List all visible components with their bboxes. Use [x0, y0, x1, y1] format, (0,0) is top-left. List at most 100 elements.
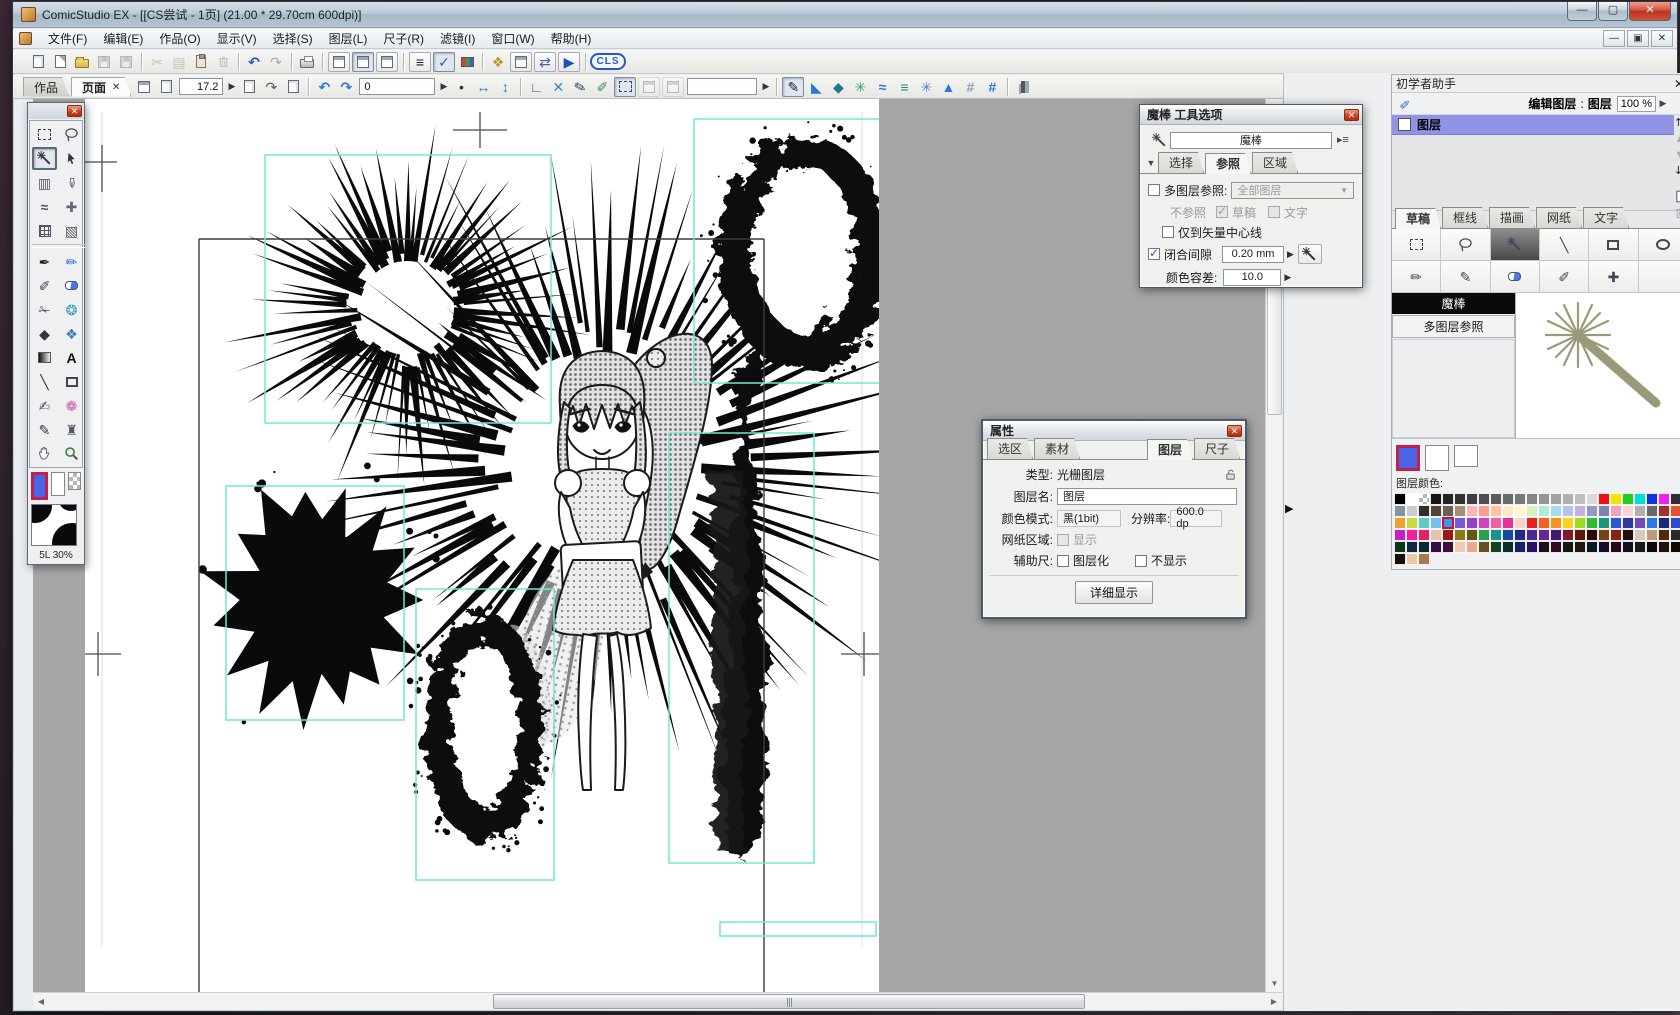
triangle-ruler-icon[interactable]: ◣ [805, 77, 827, 97]
tool-line[interactable]: ╲ [32, 370, 57, 393]
tool-name-input[interactable]: 魔棒 [1170, 132, 1332, 149]
layer-color-swatch[interactable] [1538, 517, 1550, 529]
layer-color-swatch[interactable] [1550, 505, 1562, 517]
open-page-icon[interactable] [510, 52, 532, 72]
lock-icon[interactable] [1224, 468, 1237, 481]
layer-color-swatch[interactable] [1670, 529, 1680, 541]
layer-color-swatch[interactable] [1394, 553, 1406, 565]
snap-pen-icon[interactable]: ✎ [567, 74, 593, 99]
ruler-hide-checkbox[interactable] [1135, 555, 1147, 567]
menu-item-4[interactable]: 选择(S) [265, 30, 321, 48]
layer-color-swatch[interactable] [1670, 541, 1680, 553]
maximize-button[interactable]: ▢ [1598, 2, 1628, 21]
layer-color-swatch[interactable] [1538, 541, 1550, 553]
rotate-input[interactable]: 0 [359, 78, 435, 95]
assistant-tool-brush-pen[interactable]: ✐ [1540, 261, 1589, 293]
layer-thumbnail[interactable] [1398, 118, 1411, 131]
layer-color-swatch[interactable] [1514, 505, 1526, 517]
layer-color-swatch[interactable] [1610, 493, 1622, 505]
layer-down-icon[interactable]: ▼ [1673, 149, 1680, 162]
tool-eyedropper[interactable]: ✑ [59, 171, 84, 194]
tab-page[interactable]: 页面✕ [71, 77, 131, 97]
tab-layer[interactable]: 图层 [1147, 439, 1193, 460]
layer-color-swatch[interactable] [1406, 541, 1418, 553]
tone-preview[interactable] [31, 504, 77, 546]
tool-move[interactable]: ✚ [59, 195, 84, 218]
layer-color-swatch[interactable] [1622, 517, 1634, 529]
wand-tab-区域[interactable]: 区域 [1252, 152, 1298, 173]
layer-color-swatch[interactable] [1406, 505, 1418, 517]
tool-gradient[interactable] [32, 346, 57, 369]
menu-item-2[interactable]: 作品(O) [151, 30, 208, 48]
layer-color-swatch[interactable] [1550, 541, 1562, 553]
layer-color-swatch[interactable] [1502, 541, 1514, 553]
layer-color-swatch[interactable] [1454, 529, 1466, 541]
assistant-tool-sel-lasso[interactable] [1441, 229, 1490, 261]
layer-list[interactable]: 图层 [1392, 115, 1680, 211]
mdi-restore-button[interactable]: ▣ [1627, 30, 1649, 47]
layer-color-swatch[interactable] [1610, 517, 1622, 529]
ruler-step-icon[interactable]: ▶ [759, 77, 772, 97]
page-setup-icon[interactable] [155, 77, 177, 97]
layer-color-swatch[interactable] [1562, 493, 1574, 505]
layer-color-swatch[interactable] [1574, 493, 1586, 505]
materials-icon[interactable]: ❖ [487, 52, 509, 72]
layer-row[interactable]: 图层 [1392, 115, 1674, 135]
layer-color-swatch[interactable] [1490, 517, 1502, 529]
layer-color-swatch[interactable] [1562, 517, 1574, 529]
tool-magic-wand[interactable] [32, 147, 57, 170]
next-page-icon[interactable] [282, 77, 304, 97]
rotate-ccw-icon[interactable]: ↶ [313, 77, 335, 97]
collapse-toolbar-icon[interactable] [1012, 77, 1034, 97]
dock-collapse-icon[interactable]: ▶ [1285, 502, 1293, 515]
layer-color-swatch[interactable] [1418, 493, 1430, 505]
layer-color-swatch[interactable] [1466, 541, 1478, 553]
snap-ruler-icon[interactable]: ∟ [525, 77, 547, 97]
layer-color-swatch[interactable] [1574, 505, 1586, 517]
tab-material[interactable]: 素材 [1034, 438, 1080, 459]
assistant-tab-网纸[interactable]: 网纸 [1536, 207, 1582, 228]
background-color-swatch[interactable] [51, 472, 64, 496]
layer-color-swatch[interactable] [1658, 493, 1670, 505]
tool-eraser[interactable] [59, 274, 84, 297]
cls-link-icon[interactable]: CLS [590, 53, 626, 70]
layer-color-swatch[interactable] [1574, 541, 1586, 553]
snap-selection-icon[interactable] [614, 77, 636, 97]
vector-center-checkbox[interactable] [1162, 226, 1174, 238]
tool-lasso[interactable] [59, 123, 84, 146]
layer-color-swatch[interactable] [1454, 505, 1466, 517]
draw-color-white-swatch[interactable] [1425, 445, 1449, 471]
tool-ruler-edit[interactable]: ≈ [32, 195, 57, 218]
layer-color-swatch[interactable] [1406, 493, 1418, 505]
menu-item-9[interactable]: 帮助(H) [543, 30, 600, 48]
panel-list-icon[interactable]: ≡ [409, 52, 431, 72]
layer-color-swatch[interactable] [1454, 541, 1466, 553]
layer-color-swatch[interactable] [1406, 553, 1418, 565]
draw-color-black-swatch[interactable] [1396, 445, 1420, 471]
new-layer-icon[interactable] [1673, 190, 1680, 203]
grid-ruler-icon[interactable]: # [959, 77, 981, 97]
assistant-tool-draw-rect[interactable] [1589, 229, 1638, 261]
tool-correct-line[interactable]: ✎ [32, 418, 57, 441]
assistant-tab-描画[interactable]: 描画 [1489, 207, 1535, 228]
tolerance-step-icon[interactable]: ▶ [1284, 272, 1291, 283]
layer-color-swatch[interactable] [1670, 505, 1680, 517]
rotate-cw-icon[interactable]: ↷ [335, 77, 357, 97]
layer-color-swatch[interactable] [1406, 517, 1418, 529]
assistant-tab-草稿[interactable]: 草稿 [1395, 208, 1441, 229]
layer-color-swatch[interactable] [1658, 529, 1670, 541]
scroll-down-icon[interactable]: ▼ [1266, 976, 1283, 992]
layer-color-swatch[interactable] [1598, 505, 1610, 517]
tool-grid-tool[interactable] [32, 219, 57, 242]
panel-check-icon[interactable]: ✓ [433, 52, 455, 72]
wand-dialog-titlebar[interactable]: 魔棒 工具选项 ✕ [1140, 105, 1362, 125]
layer-color-swatch[interactable] [1550, 529, 1562, 541]
layer-color-swatch[interactable] [1418, 529, 1430, 541]
wand-dialog-close-icon[interactable]: ✕ [1344, 109, 1359, 121]
scroll-right-icon[interactable]: ▶ [1266, 993, 1282, 1010]
tool-shape-rect[interactable] [59, 370, 84, 393]
layer-color-swatch[interactable] [1598, 493, 1610, 505]
solid-shape-icon[interactable]: ◆ [827, 77, 849, 97]
layer-color-swatch[interactable] [1430, 529, 1442, 541]
snap-pen-off-icon[interactable]: ✐ [591, 77, 613, 97]
